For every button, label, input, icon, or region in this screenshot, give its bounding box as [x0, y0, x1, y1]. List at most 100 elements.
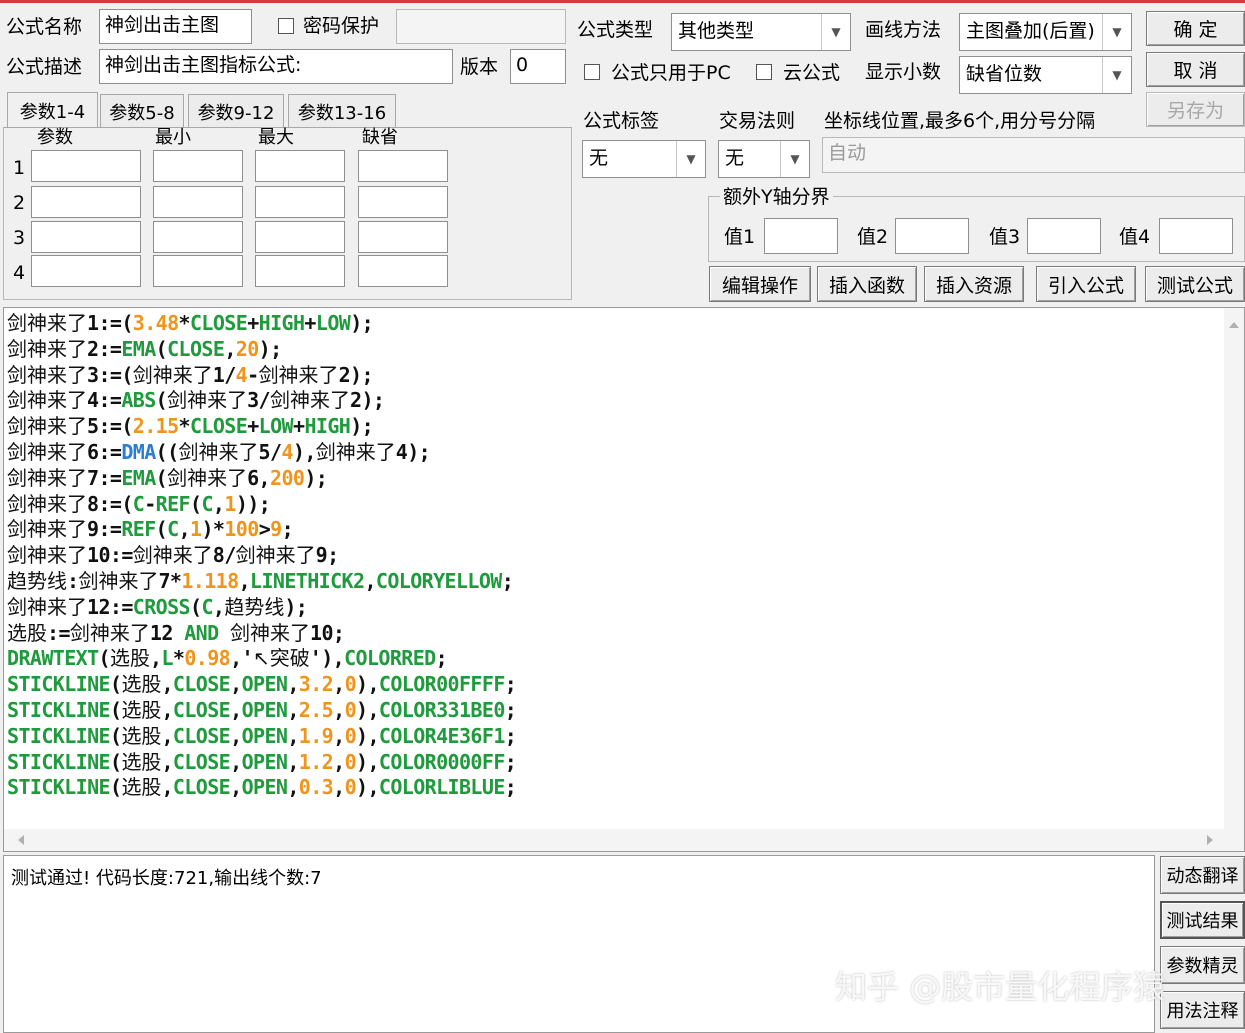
param-header-max: 最大 [258, 127, 294, 148]
scroll-right-icon[interactable] [1200, 829, 1220, 851]
code-token: ( [155, 465, 168, 490]
code-line[interactable]: 趋势线:剑神来了7*1.118,LINETHICK2,COLORYELLOW; [7, 569, 516, 595]
param-4-name-input[interactable] [31, 255, 141, 287]
param-2-max-input[interactable] [255, 186, 345, 218]
usage-note-button[interactable]: 用法注释 [1160, 991, 1245, 1029]
edit-ops-button[interactable]: 编辑操作 [709, 266, 811, 302]
vertical-scrollbar[interactable] [1224, 308, 1244, 829]
code-line[interactable]: 剑神来了9:=REF(C,1)*100>9; [7, 517, 516, 543]
scroll-left-icon[interactable] [10, 829, 30, 851]
code-line[interactable]: 剑神来了3:=(剑神来了1/4-剑神来了2); [7, 363, 516, 389]
code-token: 4 [281, 439, 293, 464]
param-4-default-input[interactable] [358, 255, 448, 287]
code-token: ABS [121, 388, 156, 413]
code-line[interactable]: STICKLINE(选股,CLOSE,OPEN,2.5,0),COLOR331B… [7, 698, 517, 724]
code-line[interactable]: 剑神来了4:=ABS(剑神来了3/剑神来了2); [7, 388, 516, 414]
code-token: , [149, 646, 162, 671]
code-token: 9 [270, 517, 282, 542]
tab-params-13-16[interactable]: 参数13-16 [288, 94, 396, 128]
param-wizard-button[interactable]: 参数精灵 [1160, 946, 1245, 984]
code-line[interactable]: STICKLINE(选股,CLOSE,OPEN,1.2,0),COLOR0000… [7, 750, 517, 776]
code-token: 剑神来了 [258, 362, 339, 387]
code-line[interactable]: 剑神来了2:=EMA(CLOSE,20); [7, 337, 516, 363]
cancel-button[interactable]: 取 消 [1146, 52, 1245, 87]
param-4-max-input[interactable] [255, 255, 345, 287]
code-editor[interactable]: 剑神来了1:=(3.48*CLOSE+HIGH+LOW); 剑神来了2:=EMA(… [3, 307, 1245, 852]
param-1-default-input[interactable] [358, 150, 448, 182]
code-token: (( [155, 439, 179, 464]
insert-function-button[interactable]: 插入函数 [817, 266, 917, 302]
param-row-number: 1 [13, 157, 26, 179]
code-token: CLOSE [172, 672, 231, 697]
code-line[interactable]: DRAWTEXT(选股,L*0.98,'↖突破'),COLORRED; [7, 646, 516, 672]
decimal-select[interactable]: 缺省位数 ▼ [959, 56, 1132, 94]
code-line[interactable]: 剑神来了1:=(3.48*CLOSE+HIGH+LOW); [7, 311, 516, 337]
draw-method-select[interactable]: 主图叠加(后置) ▼ [959, 13, 1132, 51]
code-token: 1/ [212, 362, 236, 387]
code-line[interactable]: 剑神来了8:=(C-REF(C,1)); [7, 492, 516, 518]
param-1-min-input[interactable] [153, 150, 243, 182]
code-line[interactable]: 剑神来了5:=(2.15*CLOSE+LOW+HIGH); [7, 414, 516, 440]
tab-params-9-12[interactable]: 参数9-12 [188, 94, 284, 128]
code-line[interactable]: 剑神来了6:=DMA((剑神来了5/4),剑神来了4); [7, 440, 516, 466]
test-result-button[interactable]: 测试结果 [1160, 901, 1245, 939]
code-line[interactable]: 选股:=剑神来了12 AND 剑神来了10; [7, 621, 516, 647]
tab-params-1-4[interactable]: 参数1-4 [7, 92, 98, 128]
code-token: ); [350, 311, 374, 335]
axis-position-input[interactable]: 自动 [822, 137, 1245, 173]
param-3-max-input[interactable] [255, 221, 345, 253]
code-line[interactable]: 剑神来了10:=剑神来了8/剑神来了9; [7, 543, 516, 569]
code-line[interactable]: 剑神来了12:=CROSS(C,趋势线); [7, 595, 516, 621]
save-as-button[interactable]: 另存为 [1146, 92, 1245, 127]
y-value-2-input[interactable] [895, 218, 969, 254]
code-token: 剑神来了 [167, 465, 248, 490]
formula-tag-select[interactable]: 无 ▼ [582, 140, 706, 178]
test-formula-button[interactable]: 测试公式 [1145, 266, 1245, 302]
code-token: ), [356, 672, 379, 697]
y-value-3-input[interactable] [1027, 218, 1101, 254]
param-3-default-input[interactable] [358, 221, 448, 253]
import-formula-button[interactable]: 引入公式 [1036, 266, 1136, 302]
formula-desc-input[interactable]: 神剑出击主图指标公式: [99, 49, 453, 84]
param-2-name-input[interactable] [31, 186, 141, 218]
dynamic-translate-button[interactable]: 动态翻译 [1160, 856, 1245, 894]
code-content[interactable]: 剑神来了1:=(3.48*CLOSE+HIGH+LOW); 剑神来了2:=EMA(… [7, 311, 517, 801]
y-value-1-input[interactable] [764, 218, 838, 254]
code-line[interactable]: 剑神来了7:=EMA(剑神来了6,200); [7, 466, 516, 492]
code-token: : [67, 568, 79, 593]
password-checkbox[interactable] [278, 18, 294, 34]
code-line[interactable]: STICKLINE(选股,CLOSE,OPEN,1.9,0),COLOR4E36… [7, 723, 517, 750]
param-2-min-input[interactable] [153, 186, 243, 218]
param-3-min-input[interactable] [153, 221, 243, 253]
code-token: 12:= [87, 594, 133, 619]
code-token: 选股 [121, 775, 162, 800]
code-token: EMA [121, 465, 156, 490]
code-line[interactable]: STICKLINE(选股,CLOSE,OPEN,0.3,0),COLORLIBL… [7, 775, 517, 801]
param-2-default-input[interactable] [358, 186, 448, 218]
param-3-name-input[interactable] [31, 221, 141, 253]
code-token: 10:= [87, 543, 133, 568]
insert-resource-button[interactable]: 插入资源 [924, 266, 1024, 302]
trade-rule-select[interactable]: 无 ▼ [718, 140, 810, 178]
code-token: 4:= [87, 388, 122, 413]
formula-name-input[interactable]: 神剑出击主图 [99, 9, 252, 44]
param-1-name-input[interactable] [31, 150, 141, 182]
version-input[interactable]: 0 [510, 49, 566, 84]
pc-only-checkbox[interactable] [584, 64, 600, 80]
y-value-4-input[interactable] [1159, 218, 1233, 254]
y-value-3-label: 值3 [989, 226, 1021, 248]
code-token: 剑神来了 [132, 543, 213, 568]
tab-params-5-8[interactable]: 参数5-8 [100, 94, 184, 128]
formula-type-select[interactable]: 其他类型 ▼ [671, 13, 851, 51]
password-input[interactable] [396, 9, 566, 44]
param-1-max-input[interactable] [255, 150, 345, 182]
code-token: ↖突破 [253, 646, 310, 671]
cloud-formula-checkbox[interactable] [756, 64, 772, 80]
code-line[interactable]: STICKLINE(选股,CLOSE,OPEN,3.2,0),COLOR00FF… [7, 672, 517, 698]
scroll-up-icon[interactable] [1224, 314, 1244, 334]
y-value-1-label: 值1 [724, 226, 756, 248]
horizontal-scrollbar[interactable] [4, 829, 1244, 851]
ok-button[interactable]: 确 定 [1146, 11, 1245, 46]
code-token: , [287, 723, 299, 748]
param-4-min-input[interactable] [153, 255, 243, 287]
